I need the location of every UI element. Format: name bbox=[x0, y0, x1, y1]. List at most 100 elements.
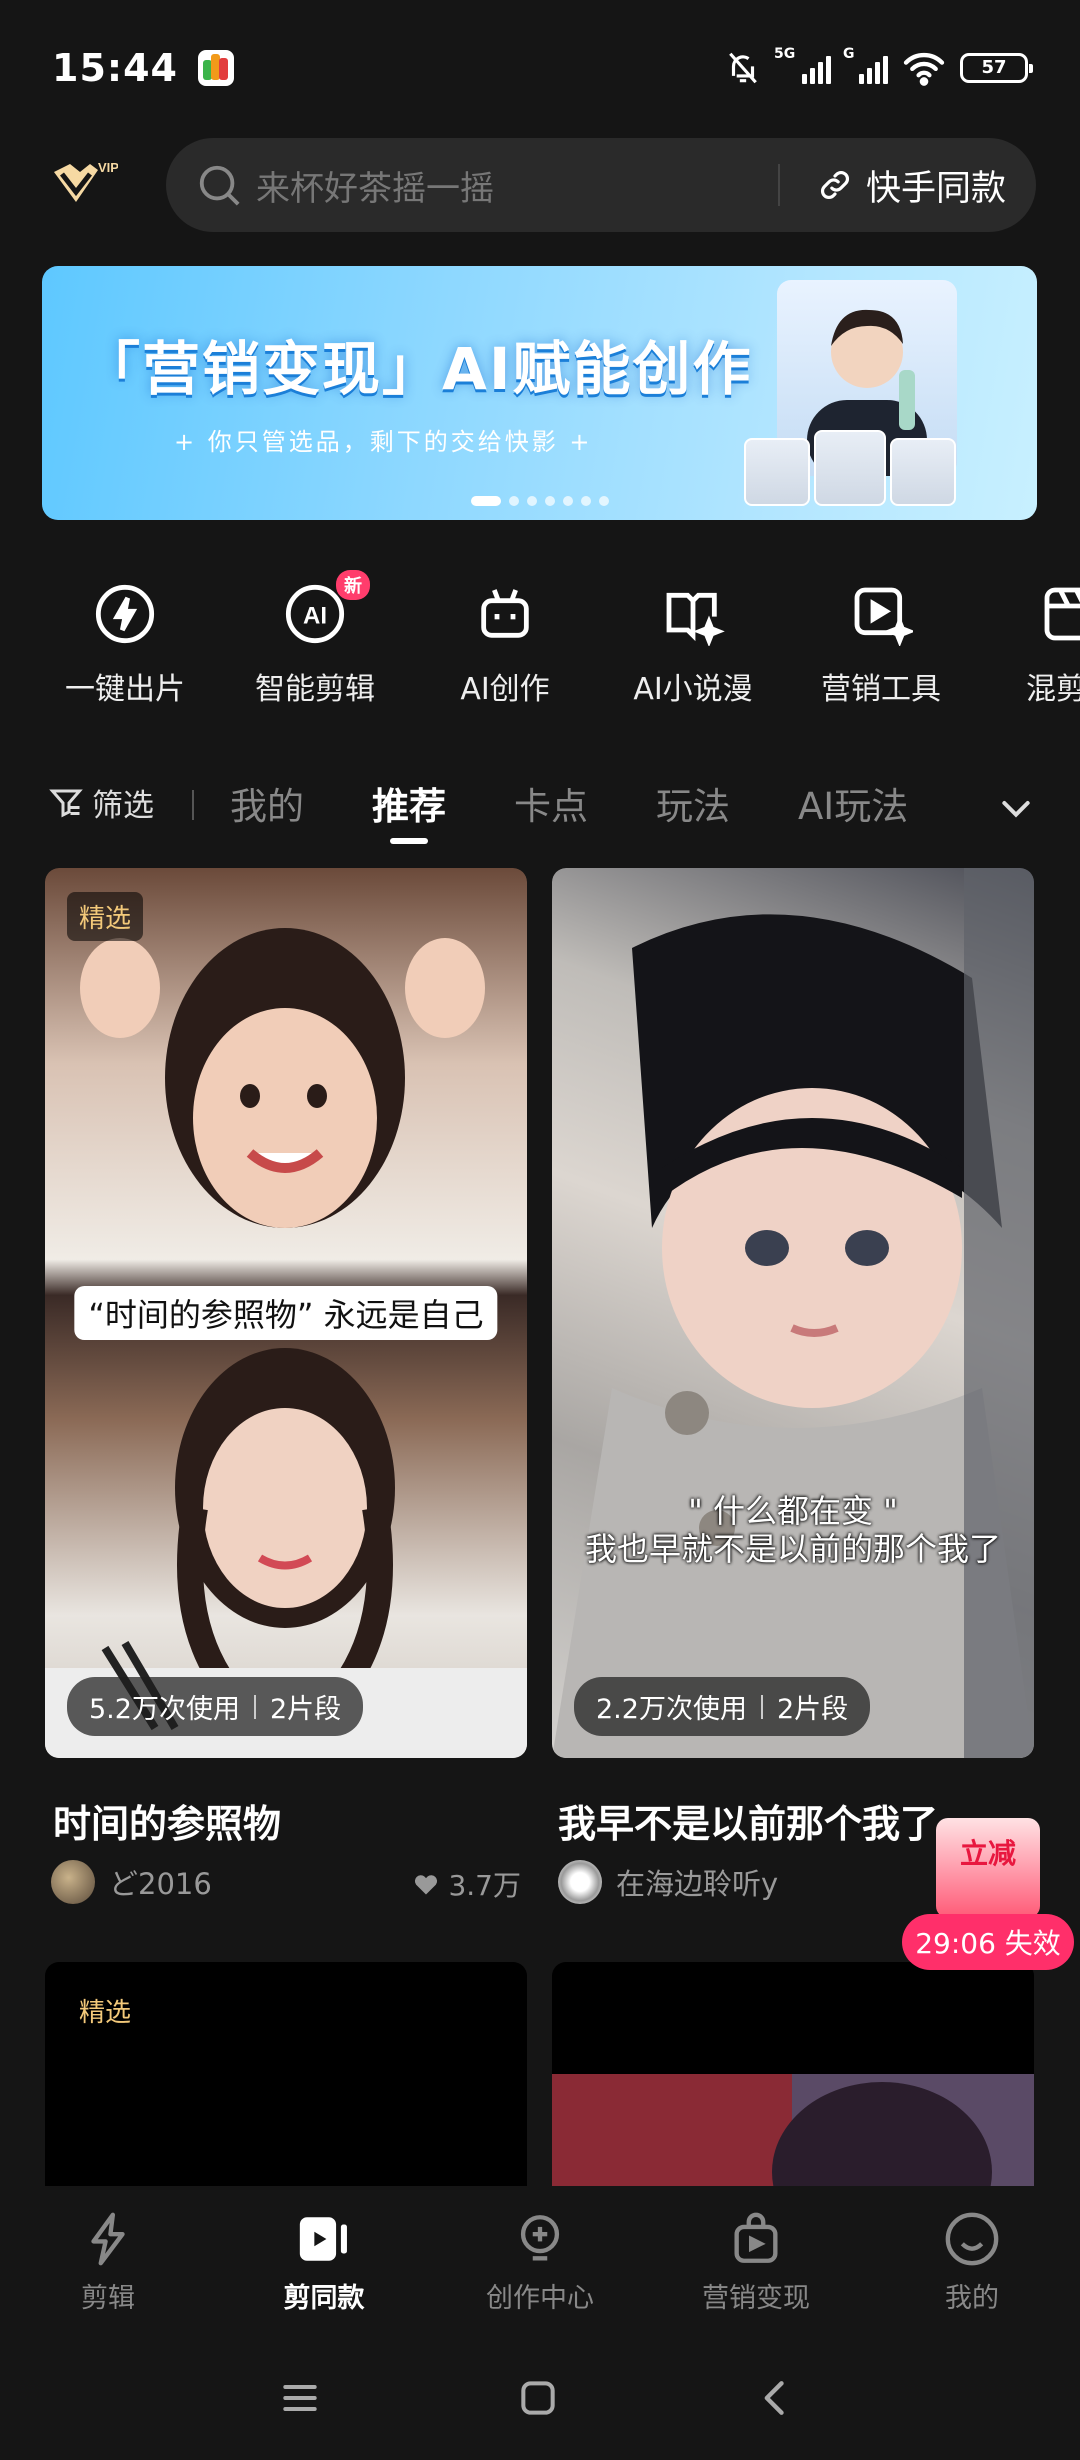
nav-creator-center[interactable]: 创作中心 bbox=[440, 2210, 640, 2315]
nav-label: 剪辑 bbox=[81, 2283, 135, 2314]
pagination-dot bbox=[580, 496, 591, 506]
template-card[interactable]: " 什么都在变 " 我也早就不是以前的那个我了 2.2万次使用 2片段 我早不是… bbox=[552, 868, 1034, 1918]
app-notification-icon bbox=[197, 49, 234, 86]
clapper-icon bbox=[1044, 587, 1080, 641]
book-sparkle-icon bbox=[666, 592, 725, 646]
tool-ai-novel-comic[interactable]: AI小说漫 bbox=[598, 582, 788, 708]
search-input[interactable]: 来杯好茶摇一摇 快手同款 bbox=[166, 138, 1036, 232]
status-bar: 15:44 5G G 57 bbox=[0, 0, 1080, 135]
like-count[interactable]: 3.7万 bbox=[412, 1864, 521, 1904]
vip-heart-icon[interactable]: VIP bbox=[48, 158, 118, 214]
scissor-bolt-icon bbox=[91, 2212, 125, 2266]
promo-banner[interactable]: 「营销变现」AI赋能创作 + 你只管选品，剩下的交给快影 + bbox=[42, 266, 1037, 520]
card-thumbnail: 精选 “时间的参照物” 永远是自己 5.2万次使用 2片段 bbox=[45, 868, 527, 1758]
banner-thumb bbox=[890, 438, 956, 506]
nav-label: 剪同款 bbox=[283, 2283, 365, 2314]
status-time: 15:44 bbox=[52, 45, 178, 90]
pagination-dot bbox=[526, 496, 537, 506]
banner-thumb bbox=[814, 430, 886, 506]
card-author[interactable]: ど2016 bbox=[51, 1860, 212, 1904]
coupon-box: 立减 bbox=[936, 1818, 1040, 1918]
template-card[interactable]: 精选 bbox=[45, 1962, 527, 2186]
card-photo bbox=[552, 2074, 1034, 2186]
search-divider bbox=[778, 164, 780, 206]
tab-gameplay[interactable]: 玩法 bbox=[656, 776, 730, 830]
nav-profile[interactable]: 我的 bbox=[872, 2210, 1072, 2315]
banner-subtitle: + 你只管选品，剩下的交给快影 + bbox=[174, 428, 593, 456]
card-photo bbox=[552, 868, 1034, 1758]
tab-recommended[interactable]: 推荐 bbox=[372, 776, 446, 830]
pagination-dot bbox=[470, 496, 501, 506]
filter-label: 筛选 bbox=[92, 788, 154, 824]
bulb-plus-icon bbox=[520, 2215, 560, 2261]
tool-marketing[interactable]: 营销工具 bbox=[786, 582, 976, 708]
card-author[interactable]: 在海边聆听y bbox=[558, 1860, 778, 1904]
system-nav-bar bbox=[0, 2340, 1080, 2460]
new-badge: 新 bbox=[336, 570, 370, 600]
wifi-icon bbox=[903, 52, 945, 86]
nav-label: 营销变现 bbox=[702, 2283, 810, 2314]
tab-ai-gameplay[interactable]: AI玩法 bbox=[798, 776, 908, 830]
usage-stats: 5.2万次使用 2片段 bbox=[67, 1677, 364, 1736]
bolt-circle-icon bbox=[95, 584, 155, 644]
chevron-down-icon[interactable] bbox=[996, 788, 1036, 828]
usage-count: 2.2万次使用 bbox=[596, 1694, 747, 1725]
heart-icon bbox=[415, 1875, 438, 1895]
category-tabs: 筛选 我的 推荐 卡点 玩法 AI玩法 bbox=[0, 770, 1080, 848]
card-caption-line2: 我也早就不是以前的那个我了 bbox=[584, 1530, 1002, 1568]
signal-g-icon: G bbox=[843, 46, 888, 84]
link-icon bbox=[821, 171, 849, 199]
link-button-label: 快手同款 bbox=[865, 168, 1006, 209]
template-card[interactable]: 精选 “时间的参照物” 永远是自己 5.2万次使用 2片段 时间的参照物 ど20… bbox=[45, 868, 527, 1918]
coupon-timer: 29:06 失效 bbox=[902, 1914, 1074, 1970]
tool-one-click[interactable]: 一键出片 bbox=[30, 582, 220, 708]
menu-icon[interactable] bbox=[278, 2376, 322, 2420]
battery-indicator: 57 bbox=[960, 52, 1033, 83]
svg-text:AI: AI bbox=[303, 602, 327, 629]
tool-label: AI小说漫 bbox=[633, 672, 753, 707]
kuaishou-link-button[interactable]: 快手同款 bbox=[816, 138, 1006, 232]
tool-label: AI创作 bbox=[460, 672, 550, 707]
shopping-bag-icon bbox=[734, 2212, 778, 2263]
discount-coupon[interactable]: 立减 29:06 失效 bbox=[902, 1818, 1074, 1978]
card-thumbnail: " 什么都在变 " 我也早就不是以前的那个我了 2.2万次使用 2片段 bbox=[552, 868, 1034, 1758]
robot-icon bbox=[481, 589, 529, 638]
tool-mix-edit[interactable]: 混剪视 bbox=[976, 582, 1080, 708]
tool-smart-edit[interactable]: AI 新 智能剪辑 bbox=[220, 570, 410, 708]
tool-label: 智能剪辑 bbox=[255, 672, 375, 707]
avatar bbox=[558, 1860, 602, 1904]
featured-badge: 精选 bbox=[67, 892, 144, 941]
tool-label: 一键出片 bbox=[65, 672, 185, 707]
card-title: 我早不是以前那个我了 bbox=[558, 1802, 939, 1846]
play-sparkle-icon bbox=[854, 587, 913, 646]
card-title: 时间的参照物 bbox=[53, 1802, 282, 1846]
nav-edit[interactable]: 剪辑 bbox=[8, 2210, 208, 2315]
mute-bell-icon bbox=[729, 52, 757, 83]
svg-text:VIP: VIP bbox=[98, 160, 118, 175]
nav-marketing[interactable]: 营销变现 bbox=[656, 2210, 856, 2315]
search-placeholder: 来杯好茶摇一摇 bbox=[256, 168, 494, 209]
tab-mine[interactable]: 我的 bbox=[230, 776, 304, 830]
banner-pagination bbox=[470, 496, 609, 506]
card-caption: “时间的参照物” 永远是自己 bbox=[74, 1286, 498, 1340]
usage-count: 5.2万次使用 bbox=[89, 1694, 240, 1725]
pagination-dot bbox=[544, 496, 555, 506]
signal-5g-icon: 5G bbox=[774, 46, 831, 84]
search-row: VIP 来杯好茶摇一摇 快手同款 bbox=[0, 138, 1080, 234]
tab-beat-sync[interactable]: 卡点 bbox=[514, 776, 588, 830]
tool-ai-create[interactable]: AI创作 bbox=[410, 582, 600, 708]
tools-row: 一键出片 AI 新 智能剪辑 AI创作 AI小说漫 营销工具 混剪视 bbox=[0, 570, 1080, 712]
coupon-label: 立减 bbox=[959, 1837, 1016, 1870]
back-icon[interactable] bbox=[754, 2376, 798, 2420]
banner-thumb bbox=[744, 438, 810, 506]
nav-template[interactable]: 剪同款 bbox=[224, 2210, 424, 2315]
template-play-icon bbox=[299, 2217, 347, 2261]
nav-label: 我的 bbox=[945, 2283, 999, 2314]
segment-count: 2片段 bbox=[269, 1694, 342, 1725]
tool-label: 营销工具 bbox=[821, 672, 941, 707]
pagination-dot bbox=[598, 496, 609, 506]
filter-button[interactable]: 筛选 bbox=[48, 780, 154, 825]
home-icon[interactable] bbox=[516, 2376, 560, 2420]
tool-label: 混剪视 bbox=[1026, 672, 1080, 707]
template-card[interactable] bbox=[552, 1962, 1034, 2186]
